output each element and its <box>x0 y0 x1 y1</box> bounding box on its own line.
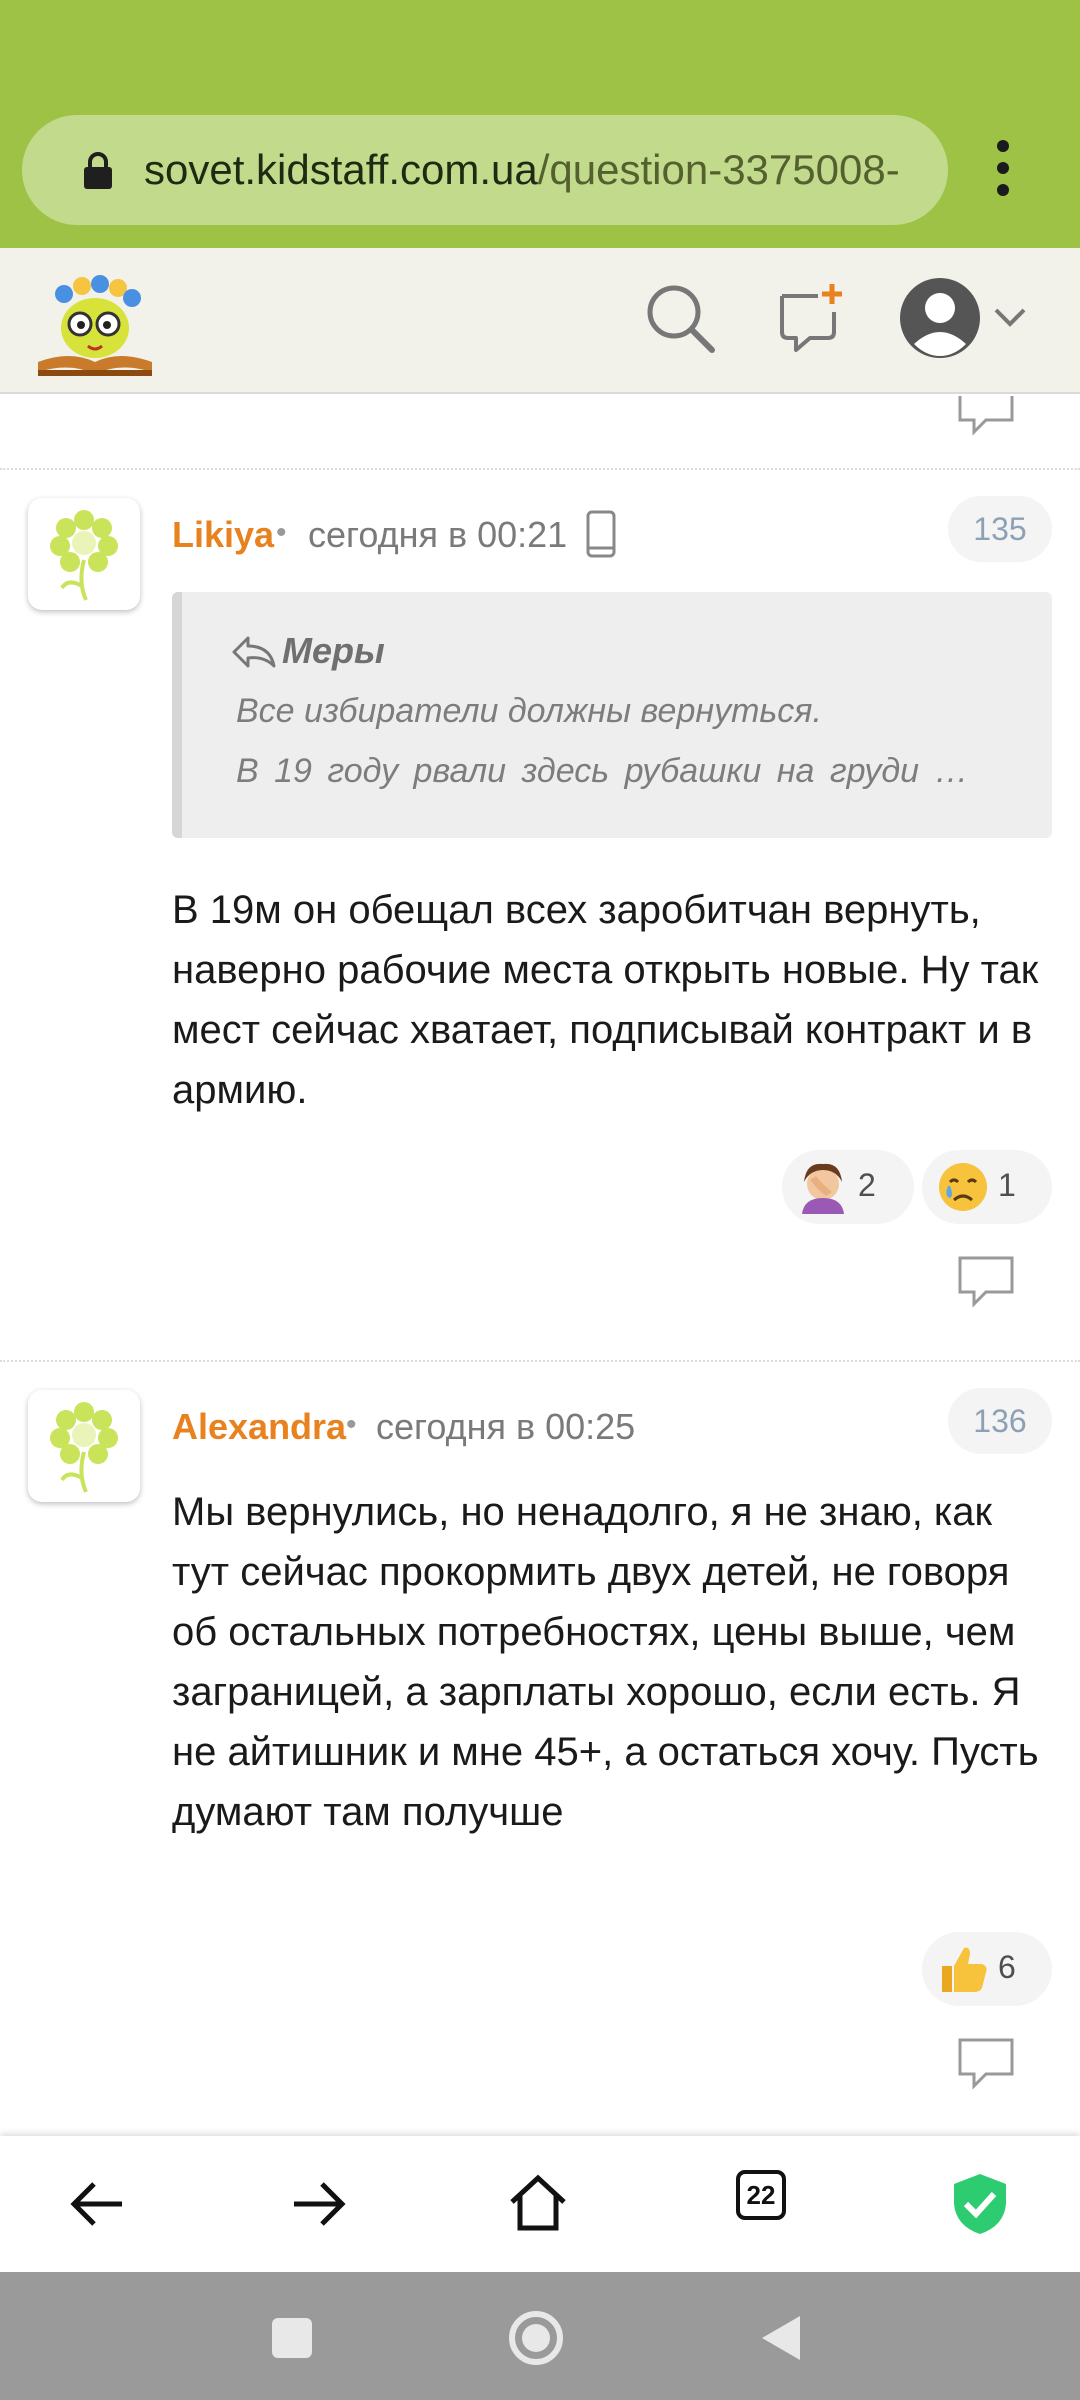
recent-apps-icon[interactable] <box>262 2308 322 2368</box>
comment-text: Мы вернулись, но ненадолго, я не знаю, к… <box>172 1490 1039 1834</box>
reaction-chip[interactable]: 2 <box>782 1150 914 1224</box>
flower-avatar-icon[interactable] <box>28 498 140 610</box>
facepalm-emoji <box>802 1163 844 1214</box>
kidstaff-logo[interactable] <box>30 262 160 380</box>
security-shield-icon[interactable] <box>946 2170 1014 2238</box>
divider <box>0 1360 1080 1362</box>
user-avatar-icon[interactable] <box>898 276 982 360</box>
crying-face-emoji <box>939 1163 987 1211</box>
url-text[interactable]: sovet.kidstaff.com.ua/question-3375008- <box>144 143 944 197</box>
comments-list: Likiya • сегодня в 00:21 135 Меры Все из… <box>0 396 1080 2136</box>
url-domain: sovet.kidstaff.com.ua <box>144 146 538 193</box>
lock-icon <box>84 152 112 189</box>
reaction-count: 1 <box>998 1167 1016 1203</box>
divider <box>0 468 1080 470</box>
search-icon[interactable] <box>640 278 720 358</box>
browser-toolbar: sovet.kidstaff.com.ua/question-3375008- <box>0 0 1080 248</box>
browser-menu-icon[interactable] <box>988 140 1018 200</box>
site-header <box>0 248 1080 394</box>
comment-number[interactable]: 136 <box>948 1388 1052 1454</box>
reply-icon[interactable] <box>956 396 1016 438</box>
home-icon[interactable] <box>504 2170 572 2238</box>
flower-avatar-icon[interactable] <box>28 1390 140 1502</box>
reply-icon[interactable] <box>956 2036 1016 2092</box>
thumbs-up-emoji <box>942 1947 987 1992</box>
reply-arrow-icon <box>232 636 276 668</box>
quote-line: Все избиратели должны вернуться. <box>236 692 822 730</box>
browser-bottom-bar: 22 <box>0 2136 1080 2272</box>
quote-block: Меры Все избиратели должны вернуться. В … <box>172 592 1052 838</box>
quote-line: В 19 году рвали здесь рубашки на груди … <box>236 752 969 790</box>
comment-number[interactable]: 135 <box>948 496 1052 562</box>
quote-author[interactable]: Меры <box>282 630 385 672</box>
comment-time: сегодня в 00:21 <box>308 514 568 555</box>
new-message-icon[interactable] <box>772 278 852 358</box>
meta-separator: • <box>346 1408 357 1441</box>
meta-separator: • <box>276 516 287 549</box>
home-circle-icon[interactable] <box>506 2308 566 2368</box>
reaction-count: 6 <box>998 1949 1016 1985</box>
system-back-icon[interactable] <box>752 2308 812 2368</box>
reaction-chip[interactable]: 1 <box>922 1150 1052 1224</box>
comment-text: В 19м он обещал всех заробитчан вернуть,… <box>172 888 1039 1112</box>
back-arrow-icon[interactable] <box>64 2170 132 2238</box>
reaction-chip[interactable]: 6 <box>922 1932 1052 2006</box>
address-bar[interactable]: sovet.kidstaff.com.ua/question-3375008- <box>22 115 948 225</box>
mobile-phone-icon <box>586 510 616 558</box>
comment-author[interactable]: Alexandra <box>172 1406 346 1448</box>
reaction-count: 2 <box>858 1167 876 1203</box>
tab-count-button[interactable]: 22 <box>736 2170 786 2220</box>
comment-author[interactable]: Likiya <box>172 514 274 556</box>
forward-arrow-icon[interactable] <box>284 2170 352 2238</box>
url-path: /question-3375008- <box>537 146 900 193</box>
reply-icon[interactable] <box>956 1254 1016 1310</box>
comment-time: сегодня в 00:25 <box>376 1406 636 1447</box>
chevron-down-icon[interactable] <box>990 298 1030 338</box>
system-navigation-bar <box>0 2272 1080 2400</box>
